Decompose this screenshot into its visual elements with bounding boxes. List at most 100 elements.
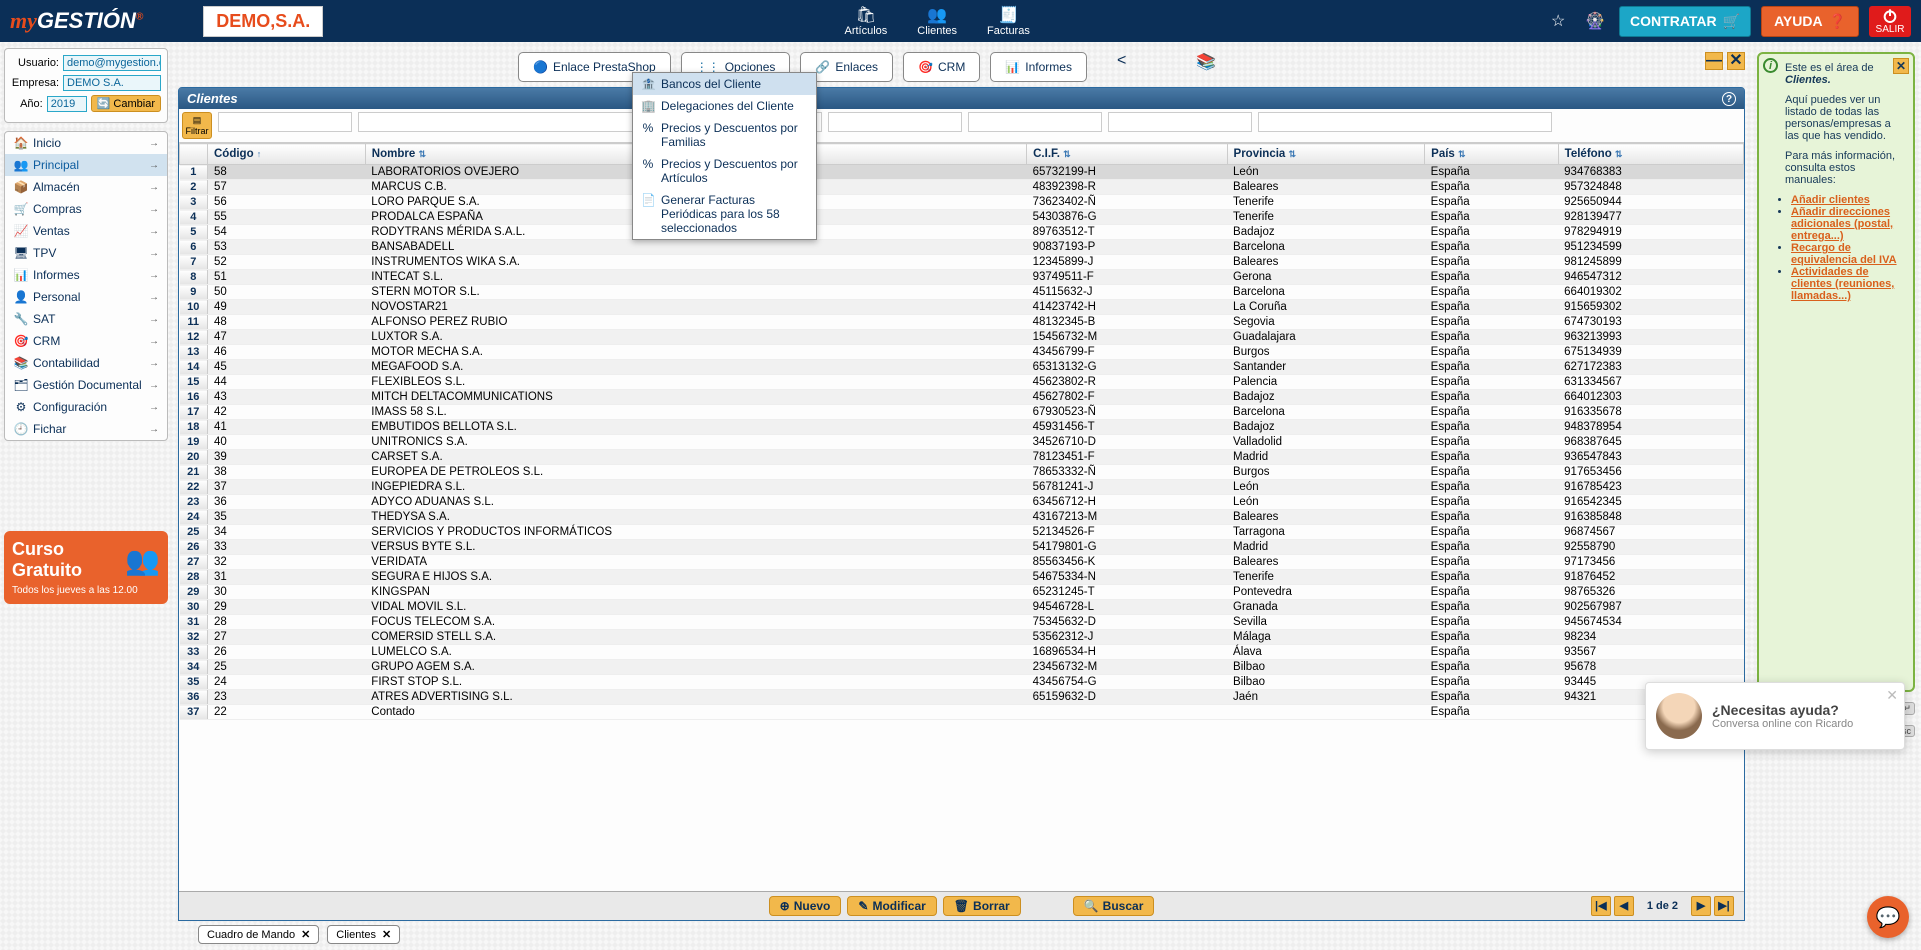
table-row[interactable]: 3425GRUPO AGEM S.A.23456732-MBilbaoEspañ… <box>180 660 1744 675</box>
nav-contabilidad[interactable]: 📚Contabilidad→ <box>5 352 167 374</box>
chat-close-icon[interactable]: ✕ <box>1886 687 1898 704</box>
table-row[interactable]: 2732VERIDATA85563456-KBalearesEspaña9717… <box>180 555 1744 570</box>
tab-clientes[interactable]: Clientes✕ <box>327 925 400 944</box>
help-link[interactable]: Recargo de equivalencia del IVA <box>1791 242 1897 266</box>
page-last[interactable]: ▶| <box>1714 896 1734 916</box>
table-row[interactable]: 2336ADYCO ADUANAS S.L.63456712-HLeónEspa… <box>180 495 1744 510</box>
nav-configuración[interactable]: ⚙Configuración→ <box>5 396 167 418</box>
nav-compras[interactable]: 🛒Compras→ <box>5 198 167 220</box>
filter-codigo[interactable] <box>218 112 352 132</box>
library-icon[interactable]: 📚 <box>1196 52 1216 82</box>
tab-cuadro-de-mando[interactable]: Cuadro de Mando✕ <box>198 925 319 944</box>
table-row[interactable]: 653BANSABADELL90837193-PBarcelonaEspaña9… <box>180 240 1744 255</box>
table-row[interactable]: 3524FIRST STOP S.L.43456754-GBilbaoEspañ… <box>180 675 1744 690</box>
table-row[interactable]: 2237INGEPIEDRA S.L.56781241-JLeónEspaña9… <box>180 480 1744 495</box>
table-row[interactable]: 2831SEGURA E HIJOS S.A.54675334-NTenerif… <box>180 570 1744 585</box>
close-icon[interactable]: ✕ <box>382 928 391 941</box>
close-icon[interactable]: ✕ <box>301 928 310 941</box>
nav-almacén[interactable]: 📦Almacén→ <box>5 176 167 198</box>
table-row[interactable]: 2435THEDYSA S.A.43167213-MBalearesEspaña… <box>180 510 1744 525</box>
ayuda-button[interactable]: AYUDA ❓ <box>1761 6 1859 37</box>
table-row[interactable]: 1148ALFONSO PEREZ RUBIO48132345-BSegovia… <box>180 315 1744 330</box>
modificar-button[interactable]: ✎Modificar <box>847 896 936 916</box>
help-link[interactable]: Actividades de clientes (reuniones, llam… <box>1791 266 1894 302</box>
ano-field[interactable]: 2019 <box>47 96 87 112</box>
chat-bubble-button[interactable]: 💬 <box>1867 896 1909 938</box>
data-table-wrap[interactable]: Código ↑Nombre ⇅C.I.F. ⇅Provincia ⇅País … <box>179 143 1744 891</box>
nav-ventas[interactable]: 📈Ventas→ <box>5 220 167 242</box>
col-teléfono[interactable]: Teléfono ⇅ <box>1558 144 1743 165</box>
nav-sat[interactable]: 🔧SAT→ <box>5 308 167 330</box>
share-icon[interactable]: < <box>1117 52 1126 82</box>
table-row[interactable]: 2633VERSUS BYTE S.L.54179801-GMadridEspa… <box>180 540 1744 555</box>
filter-pais[interactable] <box>1108 112 1252 132</box>
topnav-artículos[interactable]: 🛍Artículos <box>845 5 888 37</box>
table-row[interactable]: 752INSTRUMENTOS WIKA S.A.12345899-JBalea… <box>180 255 1744 270</box>
help-link[interactable]: Añadir direcciones adicionales (postal, … <box>1791 206 1893 242</box>
filter-provincia[interactable] <box>968 112 1102 132</box>
table-row[interactable]: 356LORO PARQUE S.A.73623402-ÑTenerifeEsp… <box>180 195 1744 210</box>
col-provincia[interactable]: Provincia ⇅ <box>1227 144 1425 165</box>
favorite-icon[interactable]: ☆ <box>1551 11 1571 31</box>
help-icon[interactable]: ? <box>1722 92 1736 106</box>
nav-tpv[interactable]: 🖥TPV→ <box>5 242 167 264</box>
dd-item[interactable]: %Precios y Descuentos por Artículos <box>633 153 816 189</box>
page-next[interactable]: ▶ <box>1691 896 1711 916</box>
table-row[interactable]: 3029VIDAL MOVIL S.L.94546728-LGranadaEsp… <box>180 600 1744 615</box>
table-row[interactable]: 3227COMERSID STELL S.A.53562312-JMálagaE… <box>180 630 1744 645</box>
table-row[interactable]: 1643MITCH DELTACOMMUNICATIONS45627802-FB… <box>180 390 1744 405</box>
filter-button[interactable]: ▤Filtrar <box>182 112 212 139</box>
usuario-field[interactable]: demo@mygestion.cc <box>63 55 161 71</box>
topnav-clientes[interactable]: 👥Clientes <box>917 5 957 37</box>
table-row[interactable]: 3128FOCUS TELECOM S.A.75345632-DSevillaE… <box>180 615 1744 630</box>
help-close-button[interactable]: ✕ <box>1893 58 1909 74</box>
nav-inicio[interactable]: 🏠Inicio→ <box>5 132 167 154</box>
nav-fichar[interactable]: 🕘Fichar→ <box>5 418 167 440</box>
minimize-button[interactable]: — <box>1705 52 1723 70</box>
nav-crm[interactable]: 🎯CRM→ <box>5 330 167 352</box>
table-row[interactable]: 1346MOTOR MECHA S.A.43456799-FBurgosEspa… <box>180 345 1744 360</box>
table-row[interactable]: 1841EMBUTIDOS BELLOTA S.L.45931456-TBada… <box>180 420 1744 435</box>
topnav-facturas[interactable]: 🧾Facturas <box>987 5 1030 37</box>
col-cif[interactable]: C.I.F. ⇅ <box>1027 144 1227 165</box>
table-row[interactable]: 950STERN MOTOR S.L.45115632-JBarcelonaEs… <box>180 285 1744 300</box>
table-row[interactable]: 3326LUMELCO S.A.16896534-HÁlavaEspaña935… <box>180 645 1744 660</box>
close-button[interactable]: ✕ <box>1727 52 1745 70</box>
nav-gestión-documental[interactable]: 🗂Gestión Documental→ <box>5 374 167 396</box>
table-row[interactable]: 257MARCUS C.B.48392398-RBalearesEspaña95… <box>180 180 1744 195</box>
dd-item[interactable]: 🏢Delegaciones del Cliente <box>633 95 816 117</box>
table-row[interactable]: 2534SERVICIOS Y PRODUCTOS INFORMÁTICOS52… <box>180 525 1744 540</box>
table-row[interactable]: 1742IMASS 58 S.L.67930523-ÑBarcelonaEspa… <box>180 405 1744 420</box>
table-row[interactable]: 2039CARSET S.A.78123451-FMadridEspaña936… <box>180 450 1744 465</box>
table-row[interactable]: 2930KINGSPAN65231245-TPontevedraEspaña98… <box>180 585 1744 600</box>
roulette-icon[interactable]: 🎡 <box>1585 11 1605 31</box>
dd-item[interactable]: 📄Generar Facturas Periódicas para los 58… <box>633 189 816 239</box>
table-row[interactable]: 158LABORATORIOS OVEJERO65732199-HLeónEsp… <box>180 165 1744 180</box>
table-row[interactable]: 851INTECAT S.L.93749511-FGeronaEspaña946… <box>180 270 1744 285</box>
dd-item[interactable]: 🏦Bancos del Cliente <box>633 73 816 95</box>
table-row[interactable]: 1940UNITRONICS S.A.34526710-DValladolidE… <box>180 435 1744 450</box>
crm-button[interactable]: 🎯 CRM <box>903 52 980 82</box>
table-row[interactable]: 3722ContadoEspaña <box>180 705 1744 720</box>
borrar-button[interactable]: 🗑Borrar <box>943 896 1021 916</box>
dd-item[interactable]: %Precios y Descuentos por Familias <box>633 117 816 153</box>
salir-button[interactable]: SALIR <box>1869 6 1911 37</box>
table-row[interactable]: 2138EUROPEA DE PETROLEOS S.L.78653332-ÑB… <box>180 465 1744 480</box>
informes-button[interactable]: 📊 Informes <box>990 52 1087 82</box>
empresa-field[interactable]: DEMO S.A. <box>63 75 161 91</box>
page-first[interactable]: |◀ <box>1591 896 1611 916</box>
table-row[interactable]: 1247LUXTOR S.A.15456732-MGuadalajaraEspa… <box>180 330 1744 345</box>
table-row[interactable]: 1445MEGAFOOD S.A.65313132-GSantanderEspa… <box>180 360 1744 375</box>
nav-informes[interactable]: 📊Informes→ <box>5 264 167 286</box>
nav-principal[interactable]: 👥Principal→ <box>5 154 167 176</box>
col-código[interactable]: Código ↑ <box>208 144 366 165</box>
table-row[interactable]: 554RODYTRANS MÉRIDA S.A.L.89763512-TBada… <box>180 225 1744 240</box>
table-row[interactable]: 1049NOVOSTAR2141423742-HLa CoruñaEspaña9… <box>180 300 1744 315</box>
filter-cif[interactable] <box>828 112 962 132</box>
chat-widget[interactable]: ✕ ¿Necesitas ayuda? Conversa online con … <box>1645 682 1905 750</box>
help-link[interactable]: Añadir clientes <box>1791 194 1870 206</box>
table-row[interactable]: 1544FLEXIBLEOS S.L.45623802-RPalenciaEsp… <box>180 375 1744 390</box>
cambiar-button[interactable]: 🔄Cambiar <box>91 95 161 112</box>
curso-banner[interactable]: CursoGratuito 👥 Todos los jueves a las 1… <box>4 531 168 604</box>
col-país[interactable]: País ⇅ <box>1425 144 1559 165</box>
